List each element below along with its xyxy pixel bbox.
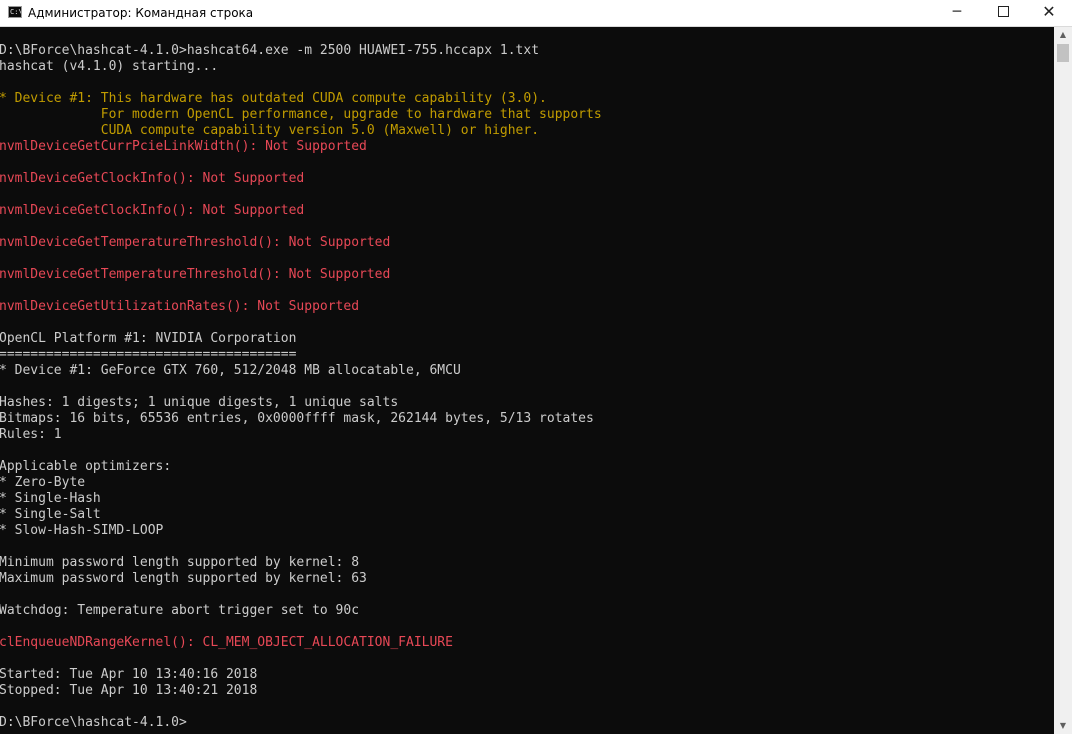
- console-line: nvmlDeviceGetTemperatureThreshold(): Not…: [0, 267, 391, 282]
- vertical-scrollbar[interactable]: ▲ ▼: [1054, 27, 1072, 734]
- console-line: clEnqueueNDRangeKernel(): CL_MEM_OBJECT_…: [0, 635, 453, 650]
- title-bar[interactable]: C:\ Администратор: Командная строка ─ ✕: [0, 0, 1072, 27]
- console-line: D:\BForce\hashcat-4.1.0>: [0, 715, 187, 730]
- console-line: CUDA compute capability version 5.0 (Max…: [0, 123, 540, 138]
- console-line: * Device #1: This hardware has outdated …: [0, 91, 547, 106]
- console-line: ======================================: [0, 347, 297, 362]
- console-line: D:\BForce\hashcat-4.1.0>hashcat64.exe -m…: [0, 43, 540, 58]
- console-line: * Device #1: GeForce GTX 760, 512/2048 M…: [0, 363, 461, 378]
- console-line: OpenCL Platform #1: NVIDIA Corporation: [0, 331, 297, 346]
- console-line: * Zero-Byte: [0, 475, 86, 490]
- close-button[interactable]: ✕: [1026, 0, 1072, 26]
- console-lines: D:\BForce\hashcat-4.1.0>hashcat64.exe -m…: [0, 43, 602, 731]
- window-title: Администратор: Командная строка: [28, 6, 254, 20]
- console-line: Started: Tue Apr 10 13:40:16 2018: [0, 667, 258, 682]
- minimize-button[interactable]: ─: [934, 0, 980, 26]
- console-line: Watchdog: Temperature abort trigger set …: [0, 603, 360, 618]
- console-line: Maximum password length supported by ker…: [0, 571, 367, 586]
- maximize-button[interactable]: [980, 0, 1026, 26]
- console-line: Stopped: Tue Apr 10 13:40:21 2018: [0, 683, 258, 698]
- console-line: For modern OpenCL performance, upgrade t…: [0, 107, 602, 122]
- maximize-icon: [997, 6, 1009, 17]
- console-line: Applicable optimizers:: [0, 459, 172, 474]
- console-line: nvmlDeviceGetCurrPcieLinkWidth(): Not Su…: [0, 139, 367, 154]
- console-line: Bitmaps: 16 bits, 65536 entries, 0x0000f…: [0, 411, 594, 426]
- console-line: Rules: 1: [0, 427, 62, 442]
- console-output[interactable]: D:\BForce\hashcat-4.1.0>hashcat64.exe -m…: [0, 27, 1054, 734]
- console-line: nvmlDeviceGetTemperatureThreshold(): Not…: [0, 235, 391, 250]
- console-line: nvmlDeviceGetClockInfo(): Not Supported: [0, 203, 305, 218]
- console-line: hashcat (v4.1.0) starting...: [0, 59, 219, 74]
- scroll-down-arrow-icon[interactable]: ▼: [1054, 718, 1072, 734]
- console-line: Minimum password length supported by ker…: [0, 555, 360, 570]
- scrollbar-thumb[interactable]: [1057, 44, 1069, 62]
- cmd-icon[interactable]: C:\: [8, 6, 22, 18]
- console-line: nvmlDeviceGetClockInfo(): Not Supported: [0, 171, 305, 186]
- console-line: Hashes: 1 digests; 1 unique digests, 1 u…: [0, 395, 399, 410]
- console-line: * Single-Hash: [0, 491, 101, 506]
- scroll-up-arrow-icon[interactable]: ▲: [1054, 27, 1072, 43]
- console-line: * Slow-Hash-SIMD-LOOP: [0, 523, 164, 538]
- console-line: * Single-Salt: [0, 507, 101, 522]
- console-line: nvmlDeviceGetUtilizationRates(): Not Sup…: [0, 299, 360, 314]
